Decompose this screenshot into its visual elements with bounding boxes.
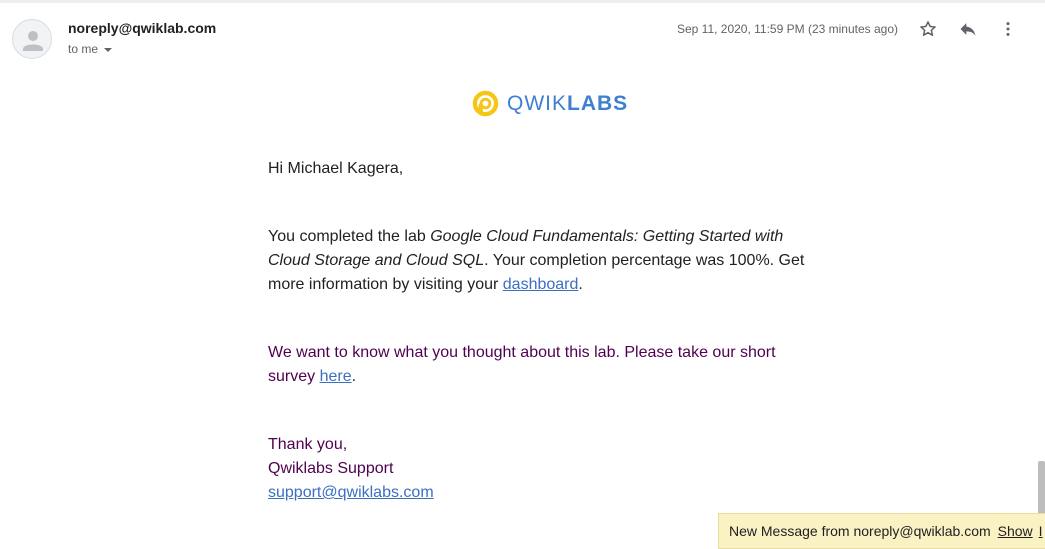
recipient-label: to me: [68, 42, 99, 56]
signature-team: Qwiklabs Support: [268, 460, 394, 477]
logo-text-labs: LABS: [567, 91, 629, 115]
more-options-button[interactable]: [996, 17, 1020, 41]
star-icon: [920, 21, 936, 36]
message-date: Sep 11, 2020, 11:59 PM (23 minutes ago): [676, 22, 898, 36]
qwiklabs-logo-icon: [472, 90, 499, 117]
signature-thanks: Thank you,: [268, 436, 348, 453]
p1-text-end: .: [578, 276, 583, 293]
star-button[interactable]: [916, 17, 940, 41]
notification-extra-link[interactable]: I: [1039, 523, 1043, 539]
logo-text-qwik: QWIK: [507, 91, 567, 115]
qwiklabs-logo: QWIKLABS: [472, 90, 628, 117]
dashboard-link[interactable]: dashboard: [503, 276, 579, 293]
signature: Thank you, Qwiklabs Support support@qwik…: [268, 433, 808, 505]
recipient-details-toggle[interactable]: to me: [68, 42, 113, 56]
logo-text: QWIKLABS: [507, 92, 628, 116]
reply-button[interactable]: [956, 17, 980, 41]
scrollbar-thumb[interactable]: [1038, 461, 1045, 521]
notification-text: New Message from noreply@qwiklab.com: [729, 523, 991, 539]
greeting: Hi Michael Kagera,: [268, 160, 404, 177]
notification-show-link[interactable]: Show: [998, 523, 1033, 539]
p1-text-before: You completed the lab: [268, 228, 431, 245]
top-divider: [0, 0, 1045, 3]
sender-name[interactable]: noreply@qwiklab.com: [68, 20, 216, 36]
sender-avatar[interactable]: [12, 19, 52, 59]
reply-icon: [960, 23, 976, 36]
survey-paragraph: We want to know what you thought about t…: [268, 341, 808, 389]
chevron-down-icon: [104, 47, 113, 52]
more-vert-icon: [1006, 22, 1010, 36]
p2-text-end: .: [351, 368, 357, 385]
support-email-link[interactable]: support@qwiklabs.com: [268, 484, 434, 501]
survey-link[interactable]: here: [320, 368, 352, 385]
person-icon: [23, 31, 43, 51]
new-message-notification: New Message from noreply@qwiklab.com Sho…: [718, 513, 1045, 549]
completion-paragraph: You completed the lab Google Cloud Funda…: [268, 225, 808, 297]
